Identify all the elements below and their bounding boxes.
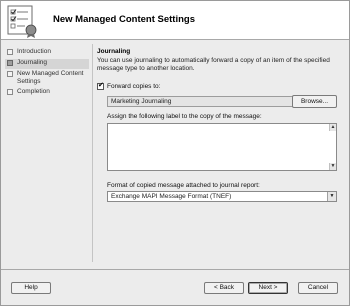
wizard-steps-nav: Introduction Journaling New Managed Cont… bbox=[5, 48, 89, 99]
nav-step-completion[interactable]: Completion bbox=[5, 88, 89, 98]
step-bullet-icon bbox=[7, 89, 13, 95]
back-button[interactable]: < Back bbox=[204, 282, 244, 294]
nav-step-label: Introduction bbox=[17, 48, 51, 55]
wizard-header: New Managed Content Settings bbox=[1, 1, 349, 39]
message-format-select[interactable]: Exchange MAPI Message Format (TNEF) ▼ bbox=[107, 191, 337, 202]
nav-step-introduction[interactable]: Introduction bbox=[5, 48, 89, 58]
scroll-down-arrow-icon[interactable]: ▼ bbox=[329, 163, 336, 170]
label-prompt: Assign the following label to the copy o… bbox=[107, 113, 262, 120]
wizard-footer: Help < Back Next > Cancel bbox=[1, 270, 349, 305]
forward-copies-checkbox[interactable]: ✔ bbox=[97, 82, 104, 90]
format-label: Format of copied message attached to jou… bbox=[107, 182, 260, 189]
message-format-value: Exchange MAPI Message Format (TNEF) bbox=[111, 193, 232, 200]
cancel-button[interactable]: Cancel bbox=[298, 282, 338, 294]
wizard-window: New Managed Content Settings Introductio… bbox=[0, 0, 350, 306]
journal-label-textarea[interactable]: ▲ ▼ bbox=[107, 123, 337, 171]
step-bullet-icon bbox=[7, 49, 13, 55]
chevron-down-icon[interactable]: ▼ bbox=[327, 192, 336, 201]
nav-step-label: Journaling bbox=[17, 59, 47, 66]
section-title: Journaling bbox=[97, 48, 131, 55]
forward-copies-label: Forward copies to: bbox=[107, 83, 161, 90]
step-bullet-icon bbox=[7, 60, 13, 66]
wizard-title: New Managed Content Settings bbox=[53, 14, 195, 25]
forward-recipient-field: Marketing Journaling bbox=[107, 96, 295, 107]
checkmark-icon: ✔ bbox=[98, 82, 104, 89]
browse-button[interactable]: Browse... bbox=[292, 95, 337, 108]
scroll-up-arrow-icon[interactable]: ▲ bbox=[329, 124, 336, 131]
nav-step-new-managed-content-settings[interactable]: New Managed Content Settings bbox=[5, 70, 89, 87]
help-button[interactable]: Help bbox=[11, 282, 51, 294]
step-bullet-icon bbox=[7, 71, 13, 77]
nav-step-journaling[interactable]: Journaling bbox=[5, 59, 89, 69]
wizard-body: Introduction Journaling New Managed Cont… bbox=[1, 40, 349, 269]
nav-step-label: Completion bbox=[17, 88, 50, 95]
section-description: You can use journaling to automatically … bbox=[97, 57, 330, 72]
next-button[interactable]: Next > bbox=[248, 282, 288, 294]
nav-divider bbox=[92, 44, 93, 262]
checklist-document-icon bbox=[7, 5, 37, 38]
nav-step-label: New Managed Content Settings bbox=[17, 70, 84, 85]
journaling-panel: Journaling You can use journaling to aut… bbox=[97, 48, 341, 202]
